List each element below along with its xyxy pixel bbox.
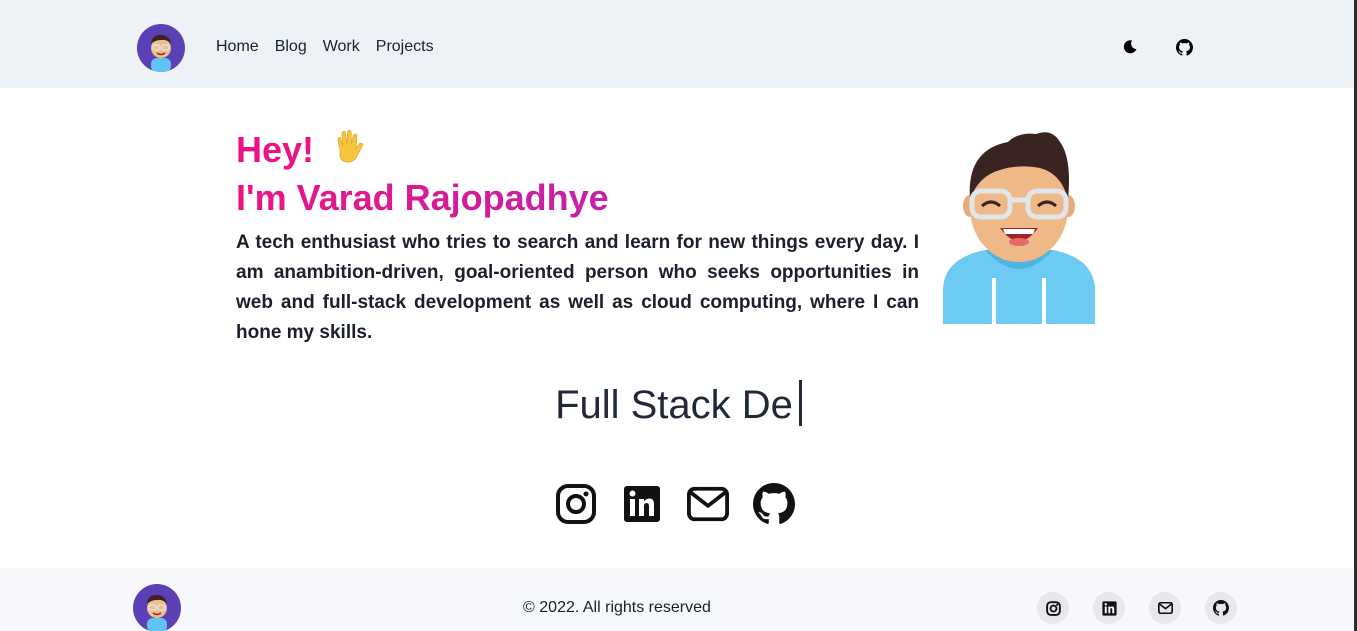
linkedin-link[interactable] bbox=[621, 482, 663, 526]
moon-icon bbox=[1123, 40, 1137, 54]
main-nav: Home Blog Work Projects bbox=[216, 38, 434, 56]
logo-avatar[interactable] bbox=[137, 24, 185, 72]
social-links bbox=[555, 482, 795, 526]
github-social-link[interactable] bbox=[753, 482, 795, 526]
nav-link-home[interactable]: Home bbox=[216, 38, 259, 56]
nav-link-projects[interactable]: Projects bbox=[376, 38, 434, 56]
email-link[interactable] bbox=[687, 482, 729, 526]
mail-icon bbox=[1157, 602, 1173, 614]
nav-link-blog[interactable]: Blog bbox=[275, 38, 307, 56]
typing-headline: Full Stack De bbox=[0, 380, 1357, 428]
hero-bio: A tech enthusiast who tries to search an… bbox=[236, 232, 919, 343]
github-icon bbox=[753, 483, 795, 524]
nav-link-work[interactable]: Work bbox=[323, 38, 360, 56]
wave-hand-icon bbox=[334, 130, 364, 174]
linkedin-icon bbox=[1101, 600, 1117, 616]
typing-text: Full Stack De bbox=[555, 383, 793, 427]
github-link[interactable] bbox=[1174, 37, 1194, 57]
instagram-link[interactable] bbox=[555, 482, 597, 526]
footer-email-button[interactable] bbox=[1149, 592, 1181, 624]
linkedin-icon bbox=[624, 486, 660, 522]
greeting-text: Hey! bbox=[236, 129, 315, 170]
page-footer: © 2022. All rights reserved bbox=[0, 568, 1357, 631]
footer-github-button[interactable] bbox=[1205, 592, 1237, 624]
hero-name-heading: I'm Varad Rajopadhye bbox=[236, 174, 919, 222]
instagram-icon bbox=[556, 484, 596, 524]
instagram-icon bbox=[1045, 600, 1061, 616]
github-icon bbox=[1213, 600, 1229, 616]
greeting-heading: Hey! bbox=[236, 128, 919, 174]
dark-mode-toggle[interactable] bbox=[1120, 37, 1140, 57]
footer-linkedin-button[interactable] bbox=[1093, 592, 1125, 624]
typing-caret bbox=[798, 380, 802, 426]
top-navbar: Home Blog Work Projects bbox=[0, 0, 1357, 88]
hero-section: Hey! I'm Varad Rajopadhye A tech enthusi… bbox=[236, 128, 919, 348]
github-icon bbox=[1175, 38, 1193, 56]
mail-icon bbox=[687, 486, 729, 522]
hero-avatar-illustration bbox=[940, 128, 1098, 324]
footer-instagram-button[interactable] bbox=[1037, 592, 1069, 624]
